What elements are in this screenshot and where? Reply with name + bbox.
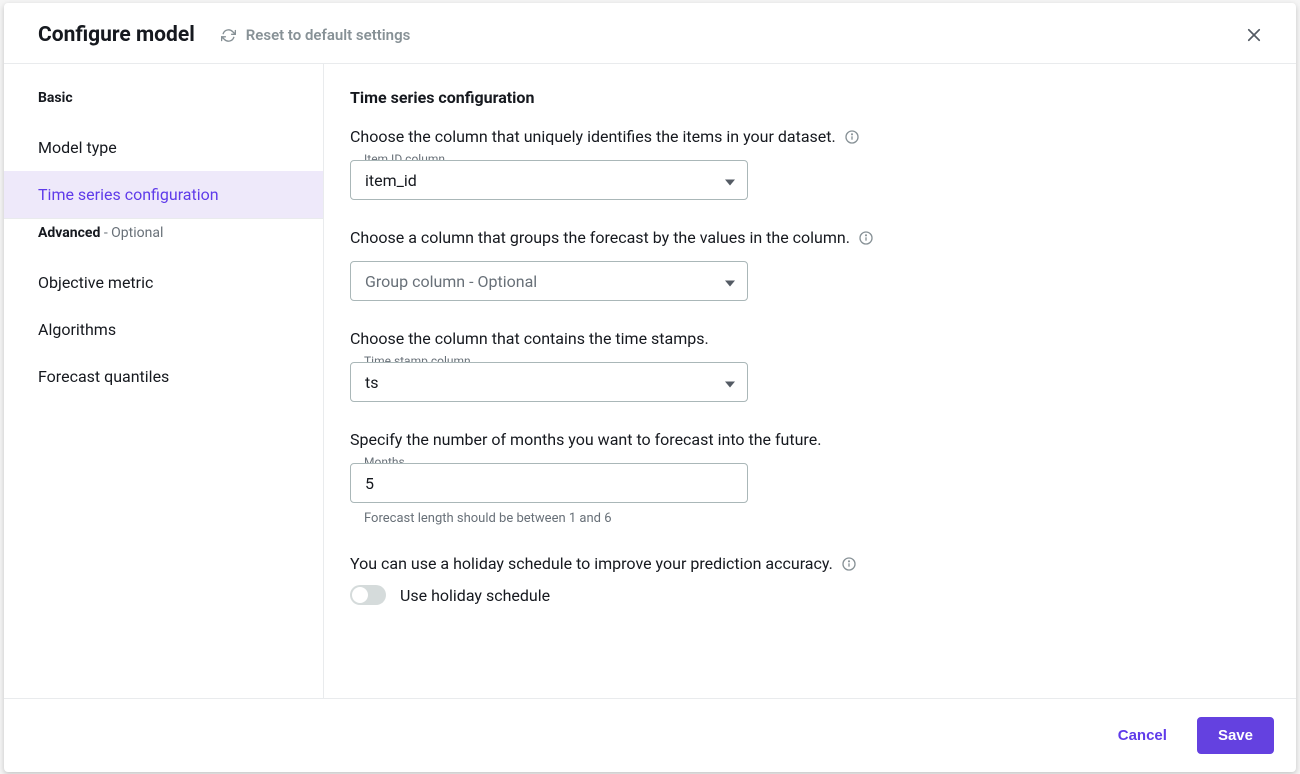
timestamp-select[interactable]: ts — [350, 362, 748, 402]
group-placeholder: Group column - Optional — [365, 272, 537, 291]
sidebar-section-advanced: Advanced - Optional — [4, 219, 323, 259]
sidebar-item-algorithms[interactable]: Algorithms — [4, 306, 323, 353]
refresh-icon — [221, 28, 236, 43]
horizon-hint: Forecast length should be between 1 and … — [364, 511, 1270, 526]
toggle-knob — [352, 587, 368, 603]
sidebar-item-model-type[interactable]: Model type — [4, 124, 323, 171]
field-item-id: Choose the column that uniquely identifi… — [350, 127, 1270, 200]
caret-down-icon — [725, 171, 735, 190]
holiday-toggle-label: Use holiday schedule — [400, 586, 550, 605]
field-timestamp: Choose the column that contains the time… — [350, 329, 1270, 402]
info-icon[interactable] — [858, 230, 874, 246]
cancel-button[interactable]: Cancel — [1108, 719, 1177, 752]
info-icon[interactable] — [844, 129, 860, 145]
close-button[interactable] — [1240, 21, 1268, 49]
sidebar-item-objective-metric[interactable]: Objective metric — [4, 259, 323, 306]
sidebar: Basic Model type Time series configurati… — [4, 64, 324, 698]
months-input[interactable]: 5 — [350, 463, 748, 503]
horizon-prompt: Specify the number of months you want to… — [350, 430, 821, 449]
item-id-value: item_id — [365, 171, 417, 190]
close-icon — [1245, 26, 1263, 44]
content-heading: Time series configuration — [350, 88, 1270, 107]
sidebar-section-basic: Basic — [4, 84, 323, 124]
sidebar-item-time-series-config[interactable]: Time series configuration — [4, 171, 323, 218]
timestamp-prompt: Choose the column that contains the time… — [350, 329, 709, 348]
field-forecast-horizon: Specify the number of months you want to… — [350, 430, 1270, 526]
months-value: 5 — [365, 474, 374, 493]
item-id-select[interactable]: item_id — [350, 160, 748, 200]
field-holiday: You can use a holiday schedule to improv… — [350, 554, 1270, 605]
advanced-label: Advanced — [38, 225, 100, 241]
modal-title: Configure model — [38, 23, 195, 47]
modal-body: Basic Model type Time series configurati… — [4, 64, 1296, 698]
holiday-toggle[interactable] — [350, 585, 386, 605]
info-icon[interactable] — [841, 556, 857, 572]
holiday-prompt: You can use a holiday schedule to improv… — [350, 554, 833, 573]
reset-label: Reset to default settings — [246, 26, 411, 44]
modal-header: Configure model Reset to default setting… — [4, 3, 1296, 64]
save-button[interactable]: Save — [1197, 717, 1274, 754]
field-group-column: Choose a column that groups the forecast… — [350, 228, 1270, 301]
modal-footer: Cancel Save — [4, 698, 1296, 772]
group-prompt: Choose a column that groups the forecast… — [350, 228, 850, 247]
group-column-select[interactable]: Group column - Optional — [350, 261, 748, 301]
configure-model-modal: Configure model Reset to default setting… — [4, 3, 1296, 772]
reset-to-default-link[interactable]: Reset to default settings — [221, 26, 411, 44]
item-id-prompt: Choose the column that uniquely identifi… — [350, 127, 836, 146]
caret-down-icon — [725, 272, 735, 291]
timestamp-value: ts — [365, 373, 379, 392]
content-pane: Time series configuration Choose the col… — [324, 64, 1296, 698]
advanced-optional-suffix: - Optional — [100, 225, 163, 241]
sidebar-item-forecast-quantiles[interactable]: Forecast quantiles — [4, 353, 323, 400]
caret-down-icon — [725, 373, 735, 392]
